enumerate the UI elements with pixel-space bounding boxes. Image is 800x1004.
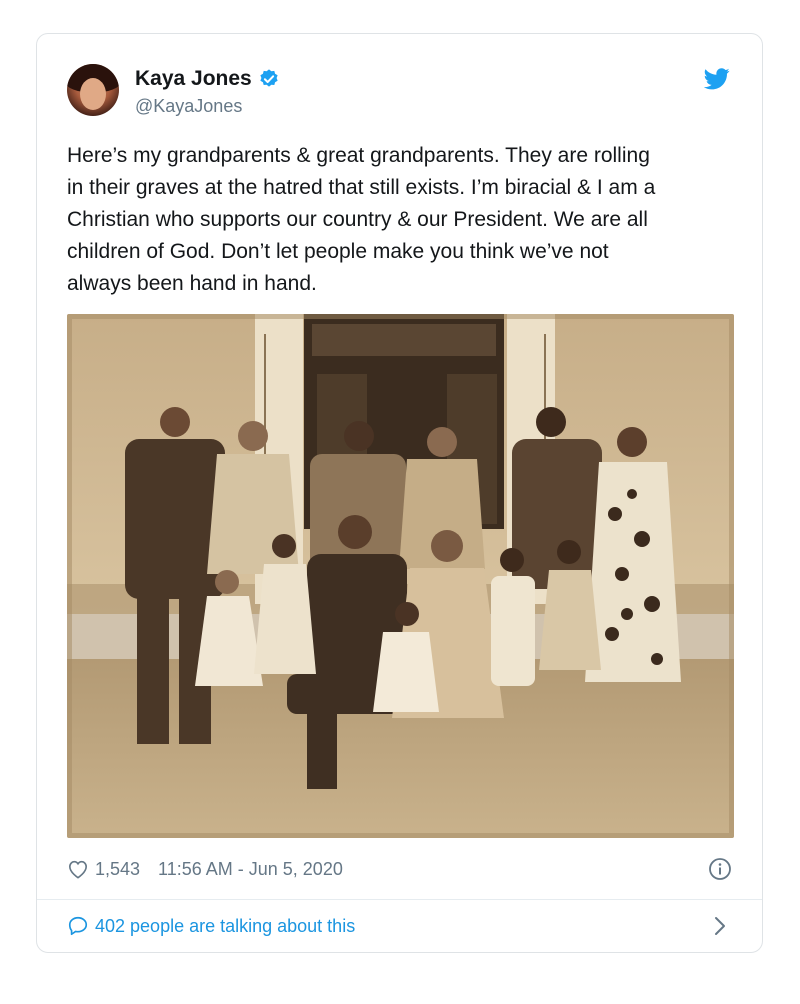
chevron-right-icon[interactable]: [714, 916, 726, 936]
twitter-bird-icon[interactable]: [704, 68, 730, 90]
tweet-text: Here’s my grandparents & great grandpare…: [67, 144, 656, 295]
tweet-card: Kaya Jones @KayaJones Here’s my grandpar…: [36, 33, 763, 953]
heart-icon[interactable]: [67, 859, 89, 879]
conversation-link[interactable]: 402 people are talking about this: [67, 911, 732, 941]
info-icon[interactable]: [708, 857, 732, 881]
tweet-meta-row: 1,543 11:56 AM - Jun 5, 2020: [67, 856, 732, 882]
author-name[interactable]: Kaya Jones: [135, 67, 252, 91]
divider: [37, 899, 762, 900]
verified-badge-icon: [260, 69, 278, 87]
conversation-label[interactable]: 402 people are talking about this: [95, 916, 355, 937]
photo-person: [585, 427, 681, 682]
speech-bubble-icon: [68, 916, 88, 936]
author-handle[interactable]: @KayaJones: [135, 96, 242, 117]
avatar-face: [80, 78, 106, 110]
tweet-photo[interactable]: [67, 314, 734, 838]
tweet-timestamp[interactable]: 11:56 AM - Jun 5, 2020: [158, 859, 343, 880]
like-count[interactable]: 1,543: [95, 859, 140, 880]
author-avatar[interactable]: [67, 64, 119, 116]
author-name-row: Kaya Jones: [135, 67, 280, 91]
